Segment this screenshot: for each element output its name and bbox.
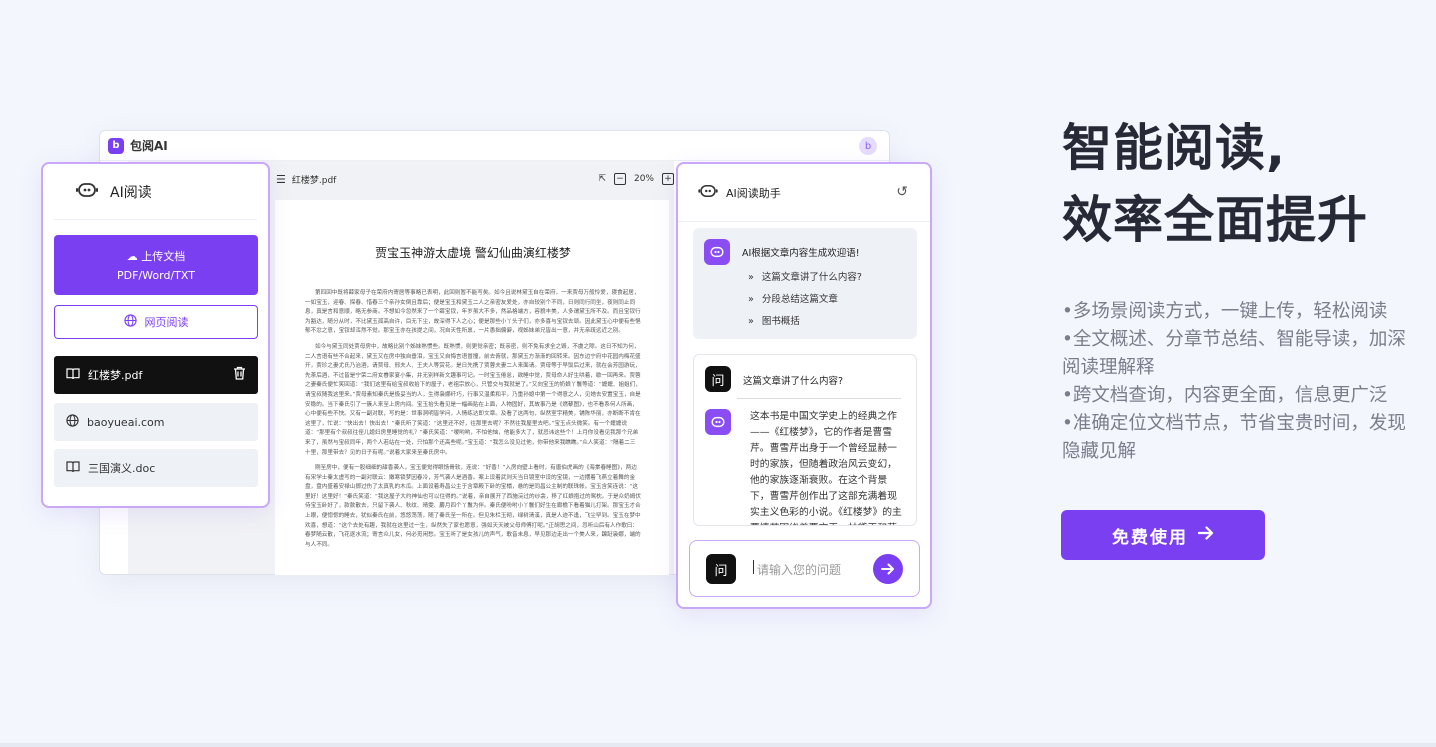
avatar[interactable]: b: [859, 137, 877, 155]
trash-icon[interactable]: [233, 366, 246, 384]
user-question: 这篇文章讲了什么内容?: [743, 376, 844, 387]
divider: [0, 743, 1436, 747]
pdf-filename: 红楼梦.pdf: [291, 175, 337, 186]
suggestion-item[interactable]: » 分段总结这篇文章: [748, 291, 838, 305]
suggestion-title: AI根据文章内容生成欢迎语!: [742, 248, 860, 259]
text-caret: [753, 560, 754, 574]
hero-title-line: 效率全面提升: [1062, 191, 1368, 249]
double-chevron-icon: »: [748, 294, 754, 305]
refresh-icon[interactable]: ↺: [896, 184, 908, 200]
open-external-icon[interactable]: ⇱: [598, 174, 606, 184]
chat-title: AI阅读助手: [726, 186, 781, 200]
book-icon: [66, 367, 80, 383]
chat-header: AI阅读助手 ↺: [678, 164, 930, 222]
pdf-toolbar: ☰ 红楼梦.pdf ⇱ − 20% +: [276, 168, 674, 190]
book-icon: [66, 460, 80, 476]
file-name: 红楼梦.pdf: [88, 369, 143, 382]
suggestion-box: AI根据文章内容生成欢迎语! » 这篇文章讲了什么内容? » 分段总结这篇文章 » 图…: [693, 228, 917, 339]
hero-title-line: 智能阅读,: [1062, 119, 1286, 177]
file-name: 三国演义.doc: [88, 462, 156, 475]
app-title-bar: b 包阅AI b: [100, 131, 889, 161]
robot-icon: [76, 182, 98, 202]
globe-icon: [123, 314, 137, 330]
send-button[interactable]: [873, 554, 903, 584]
feature-item: •全文概述、分章节总结、智能导读，加深阅读理解释: [1062, 329, 1406, 378]
bot-answer: 这本书是中国文学史上的经典之作——《红楼梦》，它的作者是曹雪芹。曹雪芹出身于一个…: [750, 411, 902, 525]
feature-item: •准确定位文档节点，节省宝贵时间，发现隐藏见解: [1062, 413, 1406, 462]
suggestion-label: 这篇文章讲了什么内容?: [761, 272, 862, 283]
bot-avatar-icon: [705, 409, 731, 435]
double-chevron-icon: »: [748, 272, 754, 283]
input-placeholder: 请输入您的问题: [757, 563, 842, 577]
zoom-out-button[interactable]: −: [613, 173, 626, 185]
feature-item: •多场景阅读方式，一键上传，轻松阅读: [1062, 301, 1388, 322]
globe-icon: [66, 414, 79, 430]
app-name: 包阅AI: [130, 139, 168, 153]
feature-item: •跨文档查询，内容更全面，信息更广泛: [1062, 385, 1388, 406]
app-logo-icon: b: [108, 137, 124, 154]
suggestion-label: 分段总结这篇文章: [761, 294, 838, 305]
user-avatar: 问: [705, 366, 731, 392]
web-read-button[interactable]: 网页阅读: [54, 305, 258, 339]
upload-document-button[interactable]: ☁ 上传文档 PDF/Word/TXT: [54, 235, 258, 295]
zoom-in-button[interactable]: +: [662, 173, 674, 185]
robot-icon: [698, 184, 718, 201]
free-use-button[interactable]: 免费使用: [1061, 510, 1265, 560]
arrow-right-icon: [1197, 525, 1214, 545]
sidebar-title: AI阅读: [110, 184, 152, 201]
menu-icon[interactable]: ☰: [276, 173, 286, 186]
ai-reading-sidebar: AI阅读 ☁ 上传文档 PDF/Word/TXT 网页阅读 红楼梦.pdf ba…: [41, 162, 270, 508]
ai-assistant-panel: AI阅读助手 ↺ AI根据文章内容生成欢迎语! » 这篇文章讲了什么内容? » 分段…: [676, 162, 932, 609]
suggestion-item[interactable]: » 图书概括: [748, 313, 800, 327]
suggestion-label: 图书概括: [761, 316, 800, 327]
file-item[interactable]: 三国演义.doc: [54, 449, 258, 487]
chat-conversation[interactable]: 问 这篇文章讲了什么内容? 这本书是中国文学史上的经典之作——《红楼梦》，它的作…: [693, 354, 917, 526]
feature-list: •多场景阅读方式，一键上传，轻松阅读 •全文概述、分章节总结、智能导读，加深阅读…: [1062, 298, 1414, 466]
upload-formats: PDF/Word/TXT: [117, 269, 195, 282]
suggestion-item[interactable]: » 这篇文章讲了什么内容?: [748, 269, 862, 283]
file-item[interactable]: 红楼梦.pdf: [54, 356, 258, 394]
bot-avatar-icon: [704, 239, 730, 265]
question-input[interactable]: 问 请输入您的问题: [689, 540, 920, 597]
pdf-paragraph: 第四回中既将薛家母子在荣府内寄居等事略已表明，此回则暂不能写矣。如今且说林黛玉自…: [305, 290, 641, 335]
cta-label: 免费使用: [1112, 527, 1188, 548]
cloud-upload-icon: ☁: [126, 250, 138, 263]
pdf-chapter-title: 贾宝玉神游太虚境 警幻仙曲演红楼梦: [375, 246, 571, 260]
file-name: baoyueai.com: [87, 415, 165, 429]
user-avatar: 问: [706, 554, 736, 584]
hero-title: 智能阅读, 效率全面提升: [1062, 112, 1368, 256]
pdf-page[interactable]: 贾宝玉神游太虚境 警幻仙曲演红楼梦 第四回中既将薛家母子在荣府内寄居等事略已表明…: [275, 200, 669, 575]
upload-label: 上传文档: [141, 250, 186, 263]
divider: [737, 398, 901, 399]
pdf-paragraph: 如今与黛玉同处贾母房中，故略比别个姊妹熟惯些。既熟惯，则更觉亲密；既亲密，则不免…: [305, 343, 641, 456]
file-item[interactable]: baoyueai.com: [54, 403, 258, 441]
web-read-label: 网页阅读: [144, 316, 189, 329]
double-chevron-icon: »: [748, 316, 754, 327]
zoom-level: 20%: [633, 174, 654, 184]
sidebar-header: AI阅读: [54, 164, 257, 220]
pdf-paragraph: 刚至房中，便有一股细细的甜香袭人，宝玉便觉得眼饧骨软，连说：“好香！”入房向壁上…: [305, 465, 641, 548]
